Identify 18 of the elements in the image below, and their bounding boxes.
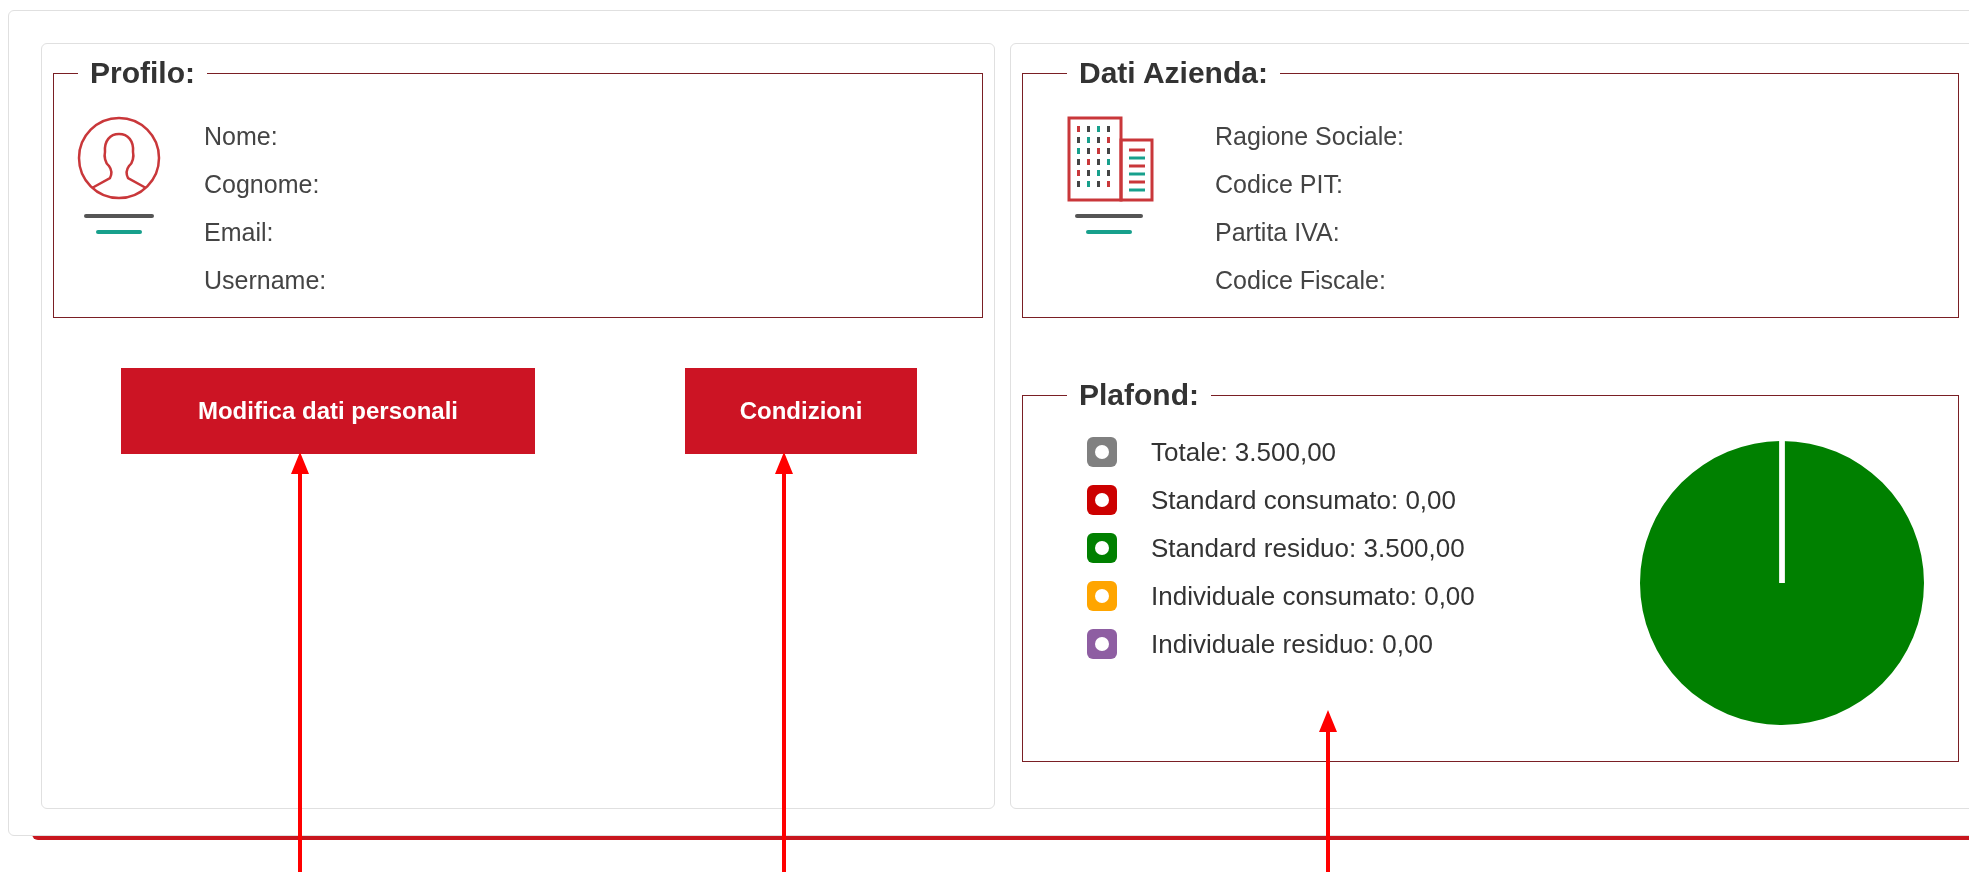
action-button[interactable]: Condizioni [685,368,917,454]
field-label: Username: [204,265,327,296]
legend-label: Totale: 3.500,00 [1151,435,1337,469]
field-label: Ragione Sociale: [1215,121,1405,152]
legend-label: Standard residuo: 3.500,00 [1151,531,1465,565]
legend-label: Standard consumato: 0,00 [1151,483,1456,517]
section-title: Dati Azienda: [1078,56,1269,90]
legend-label: Individuale consumato: 0,00 [1151,579,1475,613]
field-label: Codice PIT: [1215,169,1344,200]
field-label: Cognome: [204,169,321,200]
field-label: Email: [204,217,275,248]
field-label: Codice Fiscale: [1215,265,1387,296]
field-label: Nome: [204,121,279,152]
action-button[interactable]: Modifica dati personali [121,368,535,454]
section-title: Plafond: [1078,378,1200,412]
field-label: Partita IVA: [1215,217,1341,248]
legend-label: Individuale residuo: 0,00 [1151,627,1433,661]
section-title: Profilo: [89,56,196,90]
